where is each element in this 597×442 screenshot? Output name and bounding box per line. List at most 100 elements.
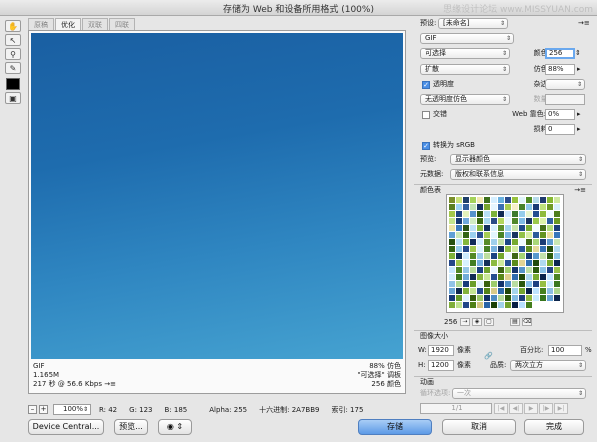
color-swatch[interactable]	[505, 218, 511, 224]
color-swatch[interactable]	[477, 295, 483, 301]
color-swatch[interactable]	[491, 267, 497, 273]
color-swatch[interactable]	[505, 197, 511, 203]
color-swatch[interactable]	[463, 288, 469, 294]
color-swatch[interactable]	[491, 281, 497, 287]
color-swatch[interactable]	[498, 225, 504, 231]
preview-select[interactable]: 显示器颜色	[450, 154, 586, 165]
color-swatch[interactable]	[554, 288, 560, 294]
color-swatch[interactable]	[526, 253, 532, 259]
color-swatch[interactable]	[533, 218, 539, 224]
color-swatch[interactable]	[512, 295, 518, 301]
color-swatch[interactable]	[505, 232, 511, 238]
color-swatch[interactable]	[526, 225, 532, 231]
color-swatch[interactable]	[519, 232, 525, 238]
color-swatch[interactable]	[449, 211, 455, 217]
color-swatch[interactable]	[477, 239, 483, 245]
color-swatch[interactable]	[498, 246, 504, 252]
color-swatch[interactable]	[547, 253, 553, 259]
web-shift-icon[interactable]: ◈	[472, 318, 482, 326]
color-swatch[interactable]	[491, 197, 497, 203]
color-swatch[interactable]	[547, 267, 553, 273]
toggle-slices-icon[interactable]: ▣	[5, 92, 21, 104]
transparency-dither-select[interactable]: 无透明度仿色	[420, 94, 510, 105]
color-swatch[interactable]	[484, 225, 490, 231]
color-swatch[interactable]	[484, 302, 490, 308]
tab-original[interactable]: 原稿	[28, 18, 54, 30]
tab-2up[interactable]: 双联	[82, 18, 108, 30]
color-swatch[interactable]	[491, 253, 497, 259]
done-button[interactable]: 完成	[524, 419, 584, 435]
color-swatch[interactable]	[491, 274, 497, 280]
color-swatch[interactable]	[449, 239, 455, 245]
color-swatch[interactable]	[484, 197, 490, 203]
transparency-checkbox[interactable]: ✓	[422, 81, 430, 89]
color-swatch[interactable]	[505, 211, 511, 217]
color-swatch[interactable]	[540, 197, 546, 203]
color-swatch[interactable]	[456, 295, 462, 301]
color-swatch[interactable]	[463, 211, 469, 217]
color-swatch[interactable]	[533, 197, 539, 203]
eyedropper-color-swatch[interactable]	[6, 78, 20, 90]
color-swatch[interactable]	[463, 197, 469, 203]
color-swatch[interactable]	[491, 218, 497, 224]
color-swatch[interactable]	[449, 295, 455, 301]
color-swatch[interactable]	[505, 260, 511, 266]
color-swatch[interactable]	[519, 225, 525, 231]
image-size-header[interactable]: 图像大小	[414, 330, 592, 341]
color-swatch[interactable]	[505, 295, 511, 301]
color-swatch[interactable]	[547, 239, 553, 245]
dither-algorithm-select[interactable]: 扩散	[420, 64, 510, 75]
color-swatch[interactable]	[519, 274, 525, 280]
color-swatch[interactable]	[547, 260, 553, 266]
color-swatch[interactable]	[449, 253, 455, 259]
color-swatch[interactable]	[540, 267, 546, 273]
color-swatch[interactable]	[484, 211, 490, 217]
color-swatch[interactable]	[519, 204, 525, 210]
color-swatch[interactable]	[449, 246, 455, 252]
color-swatch[interactable]	[547, 295, 553, 301]
color-swatch[interactable]	[540, 218, 546, 224]
color-swatch[interactable]	[526, 232, 532, 238]
delete-color-icon[interactable]: ⌫	[522, 318, 532, 326]
color-swatch[interactable]	[498, 260, 504, 266]
dither-arrow-icon[interactable]: ▸	[577, 64, 581, 75]
color-swatch[interactable]	[554, 225, 560, 231]
web-snap-arrow-icon[interactable]: ▸	[577, 109, 581, 120]
color-swatch[interactable]	[526, 281, 532, 287]
color-swatch[interactable]	[470, 295, 476, 301]
color-swatch[interactable]	[519, 253, 525, 259]
hand-tool-icon[interactable]: ✋	[5, 20, 21, 32]
color-swatch[interactable]	[519, 260, 525, 266]
color-swatch[interactable]	[540, 211, 546, 217]
color-swatch[interactable]	[505, 274, 511, 280]
color-swatch[interactable]	[519, 281, 525, 287]
color-swatch[interactable]	[540, 295, 546, 301]
color-swatch[interactable]	[526, 204, 532, 210]
color-swatch[interactable]	[554, 253, 560, 259]
slice-select-tool-icon[interactable]: ↖	[5, 34, 21, 46]
color-table-menu-icon[interactable]: →≡	[574, 185, 586, 196]
color-swatch[interactable]	[477, 225, 483, 231]
color-swatch[interactable]	[470, 211, 476, 217]
color-swatch[interactable]	[505, 239, 511, 245]
color-swatch[interactable]	[491, 211, 497, 217]
color-swatch[interactable]	[498, 288, 504, 294]
color-swatch[interactable]	[470, 274, 476, 280]
color-swatch[interactable]	[491, 288, 497, 294]
color-swatch[interactable]	[498, 204, 504, 210]
color-swatch[interactable]	[477, 302, 483, 308]
color-swatch[interactable]	[547, 274, 553, 280]
color-swatch[interactable]	[463, 274, 469, 280]
color-swatch[interactable]	[526, 302, 532, 308]
zoom-out-button[interactable]: –	[28, 405, 37, 414]
panel-menu-icon[interactable]: →≡	[578, 18, 590, 29]
color-swatch[interactable]	[463, 204, 469, 210]
color-swatch[interactable]	[449, 281, 455, 287]
color-swatch[interactable]	[449, 274, 455, 280]
color-swatch[interactable]	[449, 302, 455, 308]
color-swatch[interactable]	[526, 288, 532, 294]
color-swatch[interactable]	[512, 232, 518, 238]
color-swatch[interactable]	[449, 267, 455, 273]
device-central-button[interactable]: Device Central...	[28, 419, 104, 435]
color-swatch[interactable]	[470, 204, 476, 210]
